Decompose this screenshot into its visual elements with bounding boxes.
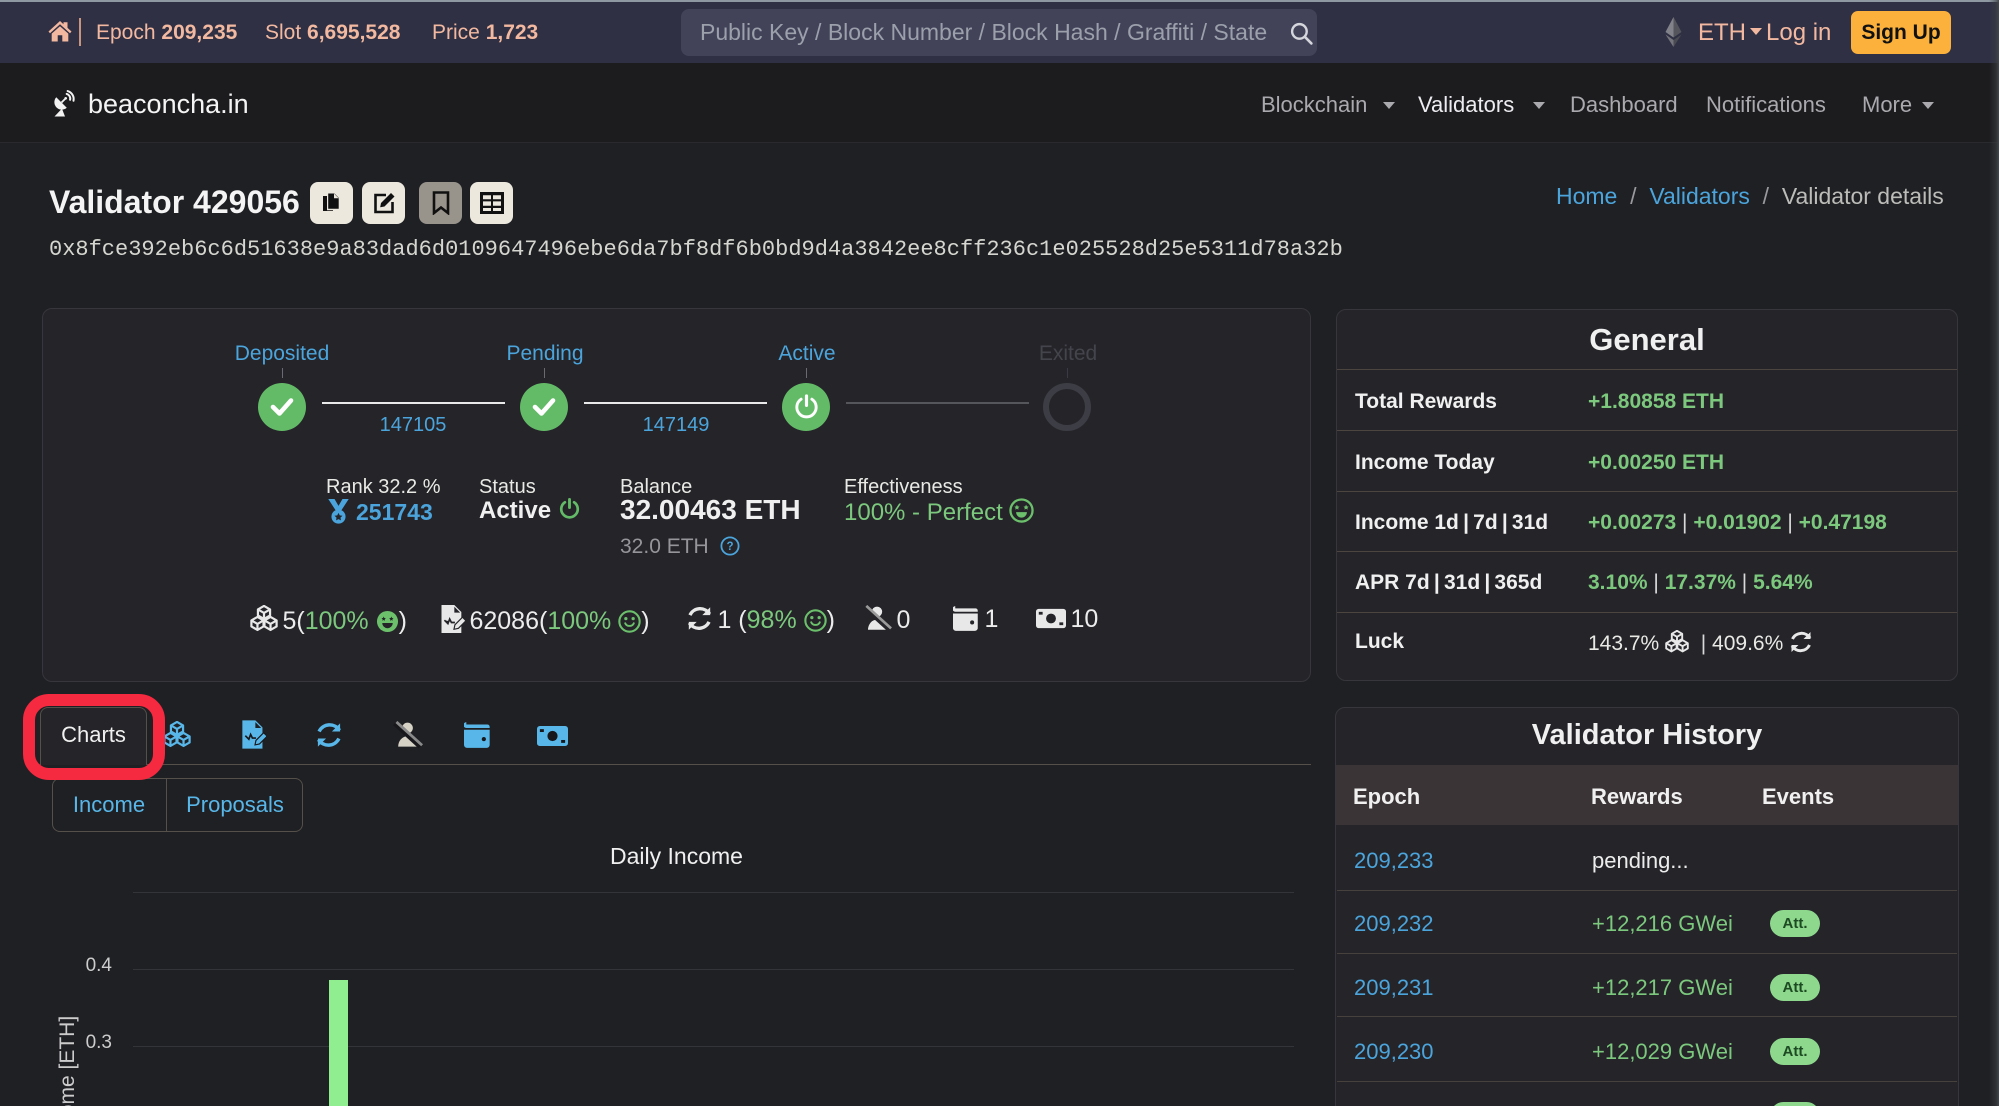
svg-text:?: ? <box>727 541 734 553</box>
